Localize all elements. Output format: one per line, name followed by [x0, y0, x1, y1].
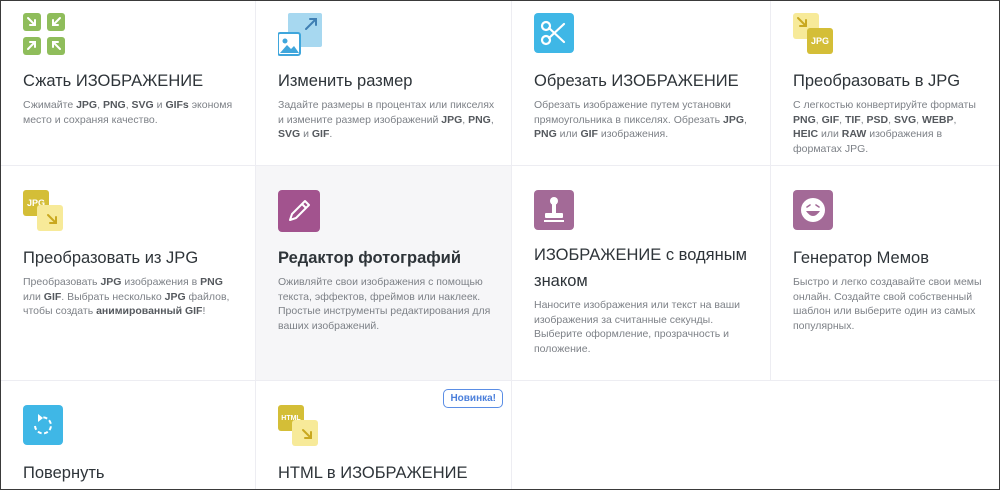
scissors-icon	[534, 13, 574, 53]
description-text: и	[153, 99, 166, 111]
description-text: или	[556, 128, 581, 140]
format-keyword: RAW	[841, 128, 867, 140]
tool-title: ИЗОБРАЖЕНИЕ с водяным знаком	[534, 246, 747, 290]
tool-card-compress[interactable]: Сжать ИЗОБРАЖЕНИЕ Сжимайте JPG, PNG, SVG…	[1, 1, 256, 166]
tool-description: Задайте размеры в процентах или пикселях…	[278, 98, 495, 142]
format-keyword: PSD	[866, 113, 889, 126]
tool-description: Наносите изображения или текст на ваши и…	[534, 298, 754, 356]
tool-card-watermark[interactable]: ИЗОБРАЖЕНИЕ с водяным знаком Наносите из…	[512, 166, 771, 381]
html-to-image-icon: HTML	[278, 405, 322, 449]
tool-card-convert-from-jpg[interactable]: JPG Преобразовать из JPG Преобразовать J…	[1, 166, 256, 381]
description-text: ,	[490, 113, 494, 126]
description-text: Обрезать изображение путем установки пря…	[534, 99, 731, 126]
icon-label: JPG	[810, 36, 829, 46]
format-keyword: GIFs	[165, 99, 189, 111]
description-text: изображения.	[597, 128, 669, 140]
resize-image-icon	[278, 13, 322, 56]
format-keyword: GIF	[580, 128, 598, 140]
tool-description: Оживляйте свои изображения с помощью тек…	[278, 275, 495, 333]
description-text: . Выбрать несколько	[61, 290, 165, 303]
tool-description: Быстро и легко создавайте свои мемы онла…	[793, 275, 984, 333]
arrow-down-right-icon	[302, 429, 312, 439]
tool-description: Преобразовать JPG изображения в PNG или …	[23, 275, 239, 319]
tool-description: С легкостью конвертируйте форматы PNG, G…	[793, 98, 984, 156]
tool-title: Сжать ИЗОБРАЖЕНИЕ	[23, 72, 204, 90]
description-text: Преобразовать	[23, 276, 101, 288]
tool-description: Обрезать изображение путем установки пря…	[534, 98, 754, 142]
description-text: Сжимайте	[23, 99, 77, 111]
description-text: Оживляйте свои изображения с помощью тек…	[278, 276, 491, 332]
tool-card-crop[interactable]: Обрезать ИЗОБРАЖЕНИЕ Обрезать изображени…	[512, 1, 771, 166]
description-text: или	[818, 128, 842, 140]
description-text: ,	[744, 113, 747, 126]
format-keyword: анимированный GIF	[96, 305, 203, 317]
tool-card-meme-generator[interactable]: Генератор Мемов Быстро и легко создавайт…	[771, 166, 999, 381]
format-keyword: JPG	[722, 113, 744, 126]
tool-title: Генератор Мемов	[793, 249, 929, 267]
format-keyword: PNG	[102, 99, 126, 111]
description-text: С легкостью конвертируйте форматы	[793, 99, 976, 111]
tool-title: Изменить размер	[278, 72, 413, 90]
format-keyword: PNG	[200, 276, 223, 288]
description-text: и	[300, 128, 312, 140]
laughing-face-icon	[793, 190, 833, 230]
format-keyword: JPG	[164, 290, 186, 303]
format-keyword: TIF	[844, 113, 861, 126]
format-keyword: PNG	[534, 128, 557, 140]
description-text: ,	[953, 113, 957, 126]
tool-card-html-to-image[interactable]: Новинка! HTML HTML в ИЗОБРАЖЕНИЕ	[256, 381, 512, 489]
format-keyword: JPG	[100, 276, 122, 288]
format-keyword: SVG	[893, 113, 917, 126]
arrow-down-right-icon	[47, 214, 57, 224]
convert-to-jpg-icon: JPG	[793, 13, 837, 57]
format-keyword: GIF	[311, 128, 330, 140]
tool-card-convert-to-jpg[interactable]: JPG Преобразовать в JPG С легкостью конв…	[771, 1, 999, 166]
format-keyword: JPG	[76, 99, 98, 111]
description-text: Быстро и легко создавайте свои мемы онла…	[793, 276, 982, 332]
stamp-icon	[534, 190, 574, 230]
format-keyword: WEBP	[922, 113, 954, 126]
new-badge: Новинка!	[443, 389, 503, 408]
tool-card-photo-editor[interactable]: Редактор фотографий Оживляйте свои изобр…	[256, 166, 512, 381]
tool-title: Обрезать ИЗОБРАЖЕНИЕ	[534, 72, 739, 90]
format-keyword: GIF	[821, 113, 840, 126]
format-keyword: SVG	[278, 128, 301, 140]
page-frame: Сжать ИЗОБРАЖЕНИЕ Сжимайте JPG, PNG, SVG…	[0, 0, 1000, 490]
description-text: Наносите изображения или текст на ваши и…	[534, 299, 740, 355]
description-text: !	[202, 305, 206, 317]
format-keyword: PNG	[468, 113, 491, 126]
format-keyword: PNG	[793, 113, 816, 126]
tool-title: HTML в ИЗОБРАЖЕНИЕ	[278, 464, 468, 482]
tool-title: Преобразовать в JPG	[793, 72, 961, 90]
format-keyword: JPG	[441, 113, 463, 126]
empty-grid-area	[512, 381, 999, 489]
pencil-icon	[278, 190, 320, 232]
jpg-file-square: JPG	[807, 28, 833, 54]
tool-title: Повернуть	[23, 464, 105, 482]
description-text: .	[329, 128, 333, 140]
compress-arrows-icon	[23, 13, 65, 55]
format-keyword: SVG	[131, 99, 154, 111]
description-text: изображения в	[121, 276, 201, 288]
format-keyword: HEIC	[793, 128, 819, 140]
rotate-icon	[23, 405, 63, 445]
tool-title: Редактор фотографий	[278, 249, 461, 267]
tool-card-rotate[interactable]: Повернуть	[1, 381, 256, 489]
tool-card-resize[interactable]: Изменить размер Задайте размеры в процен…	[256, 1, 512, 166]
format-keyword: GIF	[43, 290, 62, 303]
convert-from-jpg-icon: JPG	[23, 190, 67, 234]
description-text: или	[23, 290, 44, 303]
tool-description: Сжимайте JPG, PNG, SVG и GIFs экономя ме…	[23, 98, 239, 127]
tool-title: Преобразовать из JPG	[23, 249, 199, 267]
tools-grid: Сжать ИЗОБРАЖЕНИЕ Сжимайте JPG, PNG, SVG…	[1, 1, 999, 489]
